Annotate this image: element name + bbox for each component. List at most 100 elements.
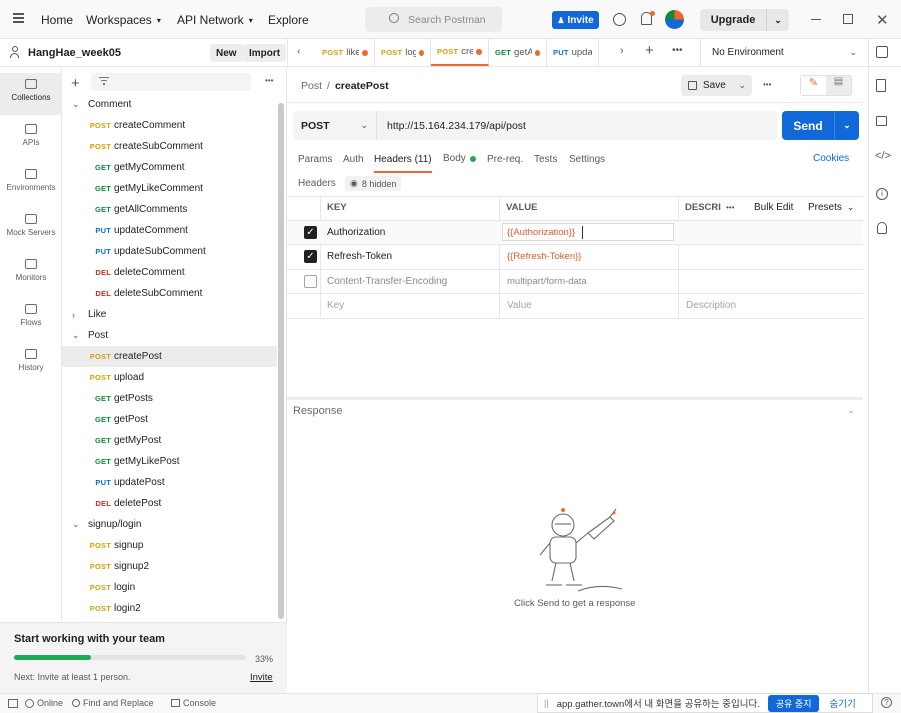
save-button[interactable]: Save ⌄ bbox=[681, 75, 752, 96]
request-item[interactable]: GET getPosts bbox=[62, 388, 277, 409]
help-icon[interactable]: ? bbox=[881, 697, 892, 708]
header-checkbox[interactable]: ✓ bbox=[304, 226, 317, 239]
documentation-icon[interactable] bbox=[876, 79, 886, 92]
rail-item-monitors[interactable]: Monitors bbox=[0, 253, 62, 295]
documentation-icon[interactable]: ▤ bbox=[826, 76, 851, 95]
rail-item-mock-servers[interactable]: Mock Servers bbox=[0, 208, 62, 250]
tab-headers[interactable]: Headers (11) bbox=[374, 153, 432, 173]
upgrade-button[interactable]: Upgrade ⌄ bbox=[700, 9, 789, 31]
avatar[interactable] bbox=[665, 10, 684, 29]
folder-post[interactable]: ⌄ Post bbox=[62, 325, 277, 346]
team-invite-link[interactable]: Invite bbox=[250, 672, 273, 683]
header-checkbox[interactable]: ✓ bbox=[304, 250, 317, 263]
request-item[interactable]: POST createSubComment bbox=[62, 136, 277, 157]
more-options-icon[interactable]: ••• bbox=[265, 76, 273, 85]
nav-explore[interactable]: Explore bbox=[268, 13, 309, 27]
nav-api-network[interactable]: API Network ▾ bbox=[177, 13, 253, 27]
request-item[interactable]: DEL deleteSubComment bbox=[62, 283, 277, 304]
breadcrumb-current[interactable]: createPost bbox=[335, 80, 389, 92]
drag-handle-icon[interactable]: || bbox=[544, 698, 549, 708]
tab-settings[interactable]: Settings bbox=[569, 153, 605, 165]
request-item[interactable]: DEL deleteComment bbox=[62, 262, 277, 283]
tab-prereq[interactable]: Pre-req. bbox=[487, 153, 523, 165]
request-item[interactable]: PUT updateComment bbox=[62, 220, 277, 241]
tab-auth[interactable]: Auth bbox=[343, 153, 364, 165]
new-button[interactable]: New bbox=[210, 44, 243, 62]
chevron-down-icon[interactable]: ⌄ bbox=[767, 15, 789, 26]
chevron-down-icon[interactable]: ⌄ bbox=[847, 405, 855, 416]
environment-select[interactable]: No Environment ⌄ bbox=[712, 47, 857, 58]
hide-banner-link[interactable]: 숨기기 bbox=[829, 696, 855, 710]
folder-signup[interactable]: ⌄ signup/login bbox=[62, 514, 277, 535]
header-key[interactable]: Authorization bbox=[327, 227, 385, 238]
folder-comment[interactable]: ⌄ Comment bbox=[62, 94, 277, 115]
request-item[interactable]: POST signup bbox=[62, 535, 277, 556]
folder-like[interactable]: › Like bbox=[62, 304, 277, 325]
import-button[interactable]: Import bbox=[243, 44, 287, 62]
rail-item-history[interactable]: History bbox=[0, 343, 62, 385]
tabs-scroll-right-icon[interactable]: › bbox=[620, 45, 624, 57]
more-options-icon[interactable]: ••• bbox=[726, 203, 734, 212]
request-tab[interactable]: POST log bbox=[375, 39, 431, 66]
breadcrumb-parent[interactable]: Post bbox=[301, 80, 322, 92]
more-options-icon[interactable]: ••• bbox=[763, 80, 771, 89]
console[interactable]: Console bbox=[171, 698, 216, 708]
add-collection-icon[interactable]: + bbox=[71, 75, 80, 92]
comments-icon[interactable] bbox=[876, 116, 887, 126]
request-item[interactable]: POST createComment bbox=[62, 115, 277, 136]
request-tab[interactable]: PUTupdat bbox=[547, 39, 599, 66]
tabs-scroll-left-icon[interactable]: ‹ bbox=[297, 46, 300, 57]
request-item[interactable]: POST signup2 bbox=[62, 556, 277, 577]
nav-home[interactable]: Home bbox=[41, 13, 73, 27]
new-value-input[interactable]: Value bbox=[507, 300, 532, 311]
header-checkbox[interactable] bbox=[304, 275, 317, 288]
method-select[interactable]: POST ⌄ bbox=[293, 111, 377, 140]
header-value[interactable]: {{Authorization}} bbox=[507, 227, 575, 238]
url-input[interactable]: http://15.164.234.179/api/post bbox=[377, 120, 526, 132]
tree-scrollbar[interactable] bbox=[278, 103, 284, 619]
new-description-input[interactable]: Description bbox=[686, 300, 736, 311]
header-key[interactable]: Refresh-Token bbox=[327, 251, 392, 262]
tab-params[interactable]: Params bbox=[298, 153, 332, 165]
code-icon[interactable]: </> bbox=[875, 150, 891, 162]
header-value[interactable]: multipart/form-data bbox=[507, 276, 587, 287]
request-item[interactable]: DEL deletePost bbox=[62, 493, 277, 514]
invite-button[interactable]: ♟ Invite bbox=[552, 11, 599, 29]
stop-sharing-button[interactable]: 공유 중지 bbox=[767, 694, 820, 712]
online-status[interactable]: Online bbox=[25, 698, 63, 708]
presets-dropdown[interactable]: Presets ⌄ bbox=[808, 202, 854, 213]
rail-item-apis[interactable]: APIs bbox=[0, 118, 62, 160]
request-item[interactable]: GET getMyLikeComment bbox=[62, 178, 277, 199]
toggle-sidebar-icon[interactable] bbox=[8, 699, 18, 708]
header-value[interactable]: {{Refresh-Token}} bbox=[507, 251, 581, 262]
close-icon[interactable]: ✕ bbox=[876, 11, 889, 29]
maximize-icon[interactable] bbox=[843, 14, 853, 24]
find-replace[interactable]: Find and Replace bbox=[72, 698, 154, 708]
rail-item-collections[interactable]: Collections bbox=[0, 73, 62, 115]
bulk-edit-button[interactable]: Bulk Edit bbox=[754, 202, 793, 213]
menu-icon[interactable] bbox=[13, 13, 24, 23]
chevron-down-icon[interactable]: ⌄ bbox=[738, 80, 746, 91]
info-icon[interactable]: i bbox=[876, 188, 888, 200]
search-input[interactable]: Search Postman bbox=[365, 7, 502, 32]
workspace-name[interactable]: HangHae_week05 bbox=[28, 47, 121, 59]
request-tab[interactable]: GET getA bbox=[489, 39, 547, 66]
filter-input[interactable] bbox=[91, 73, 251, 91]
tab-tests[interactable]: Tests bbox=[534, 153, 557, 165]
request-item[interactable]: POST createPost bbox=[62, 346, 277, 367]
tab-body[interactable]: Body bbox=[443, 153, 476, 164]
new-key-input[interactable]: Key bbox=[327, 300, 344, 311]
edit-icon[interactable]: ✎ bbox=[801, 76, 826, 95]
hidden-headers-toggle[interactable]: ◉ 8 hidden bbox=[345, 176, 402, 191]
request-item[interactable]: PUT updatePost bbox=[62, 472, 277, 493]
request-tab[interactable]: POST cre bbox=[431, 39, 489, 66]
send-button[interactable]: Send ⌄ bbox=[782, 111, 859, 140]
pane-divider[interactable] bbox=[287, 397, 863, 400]
minimize-icon[interactable] bbox=[811, 19, 821, 21]
rail-item-environments[interactable]: Environments bbox=[0, 163, 62, 205]
rail-item-flows[interactable]: Flows bbox=[0, 298, 62, 340]
request-item[interactable]: POST login bbox=[62, 577, 277, 598]
settings-icon[interactable] bbox=[613, 13, 626, 26]
request-item[interactable]: PUT updateSubComment bbox=[62, 241, 277, 262]
request-item[interactable]: POST login2 bbox=[62, 598, 277, 619]
